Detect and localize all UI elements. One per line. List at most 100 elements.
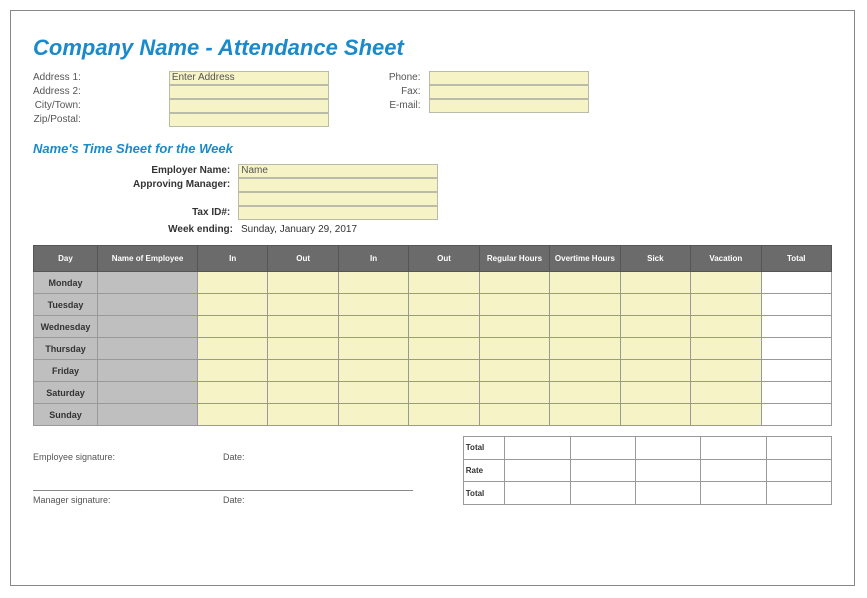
totals-value[interactable]: [766, 437, 831, 460]
time-cell[interactable]: [338, 360, 408, 382]
employee-cell[interactable]: [98, 294, 198, 316]
time-cell[interactable]: [479, 382, 549, 404]
time-cell[interactable]: [198, 360, 268, 382]
totals-value[interactable]: [570, 437, 635, 460]
time-cell[interactable]: [268, 382, 338, 404]
time-cell[interactable]: [620, 316, 690, 338]
time-cell[interactable]: [198, 404, 268, 426]
address2-input[interactable]: [169, 85, 329, 99]
header-total: Total: [761, 246, 832, 272]
totals-value[interactable]: [635, 482, 700, 505]
totals-value[interactable]: [701, 459, 766, 482]
time-cell[interactable]: [691, 382, 761, 404]
time-cell[interactable]: [691, 316, 761, 338]
time-cell[interactable]: [198, 316, 268, 338]
time-cell[interactable]: [409, 404, 479, 426]
time-cell[interactable]: [620, 404, 690, 426]
totals-value[interactable]: [570, 482, 635, 505]
time-cell[interactable]: [691, 360, 761, 382]
attendance-sheet-page: Company Name - Attendance Sheet Address …: [10, 10, 855, 586]
fax-input[interactable]: [429, 85, 589, 99]
time-cell[interactable]: [268, 360, 338, 382]
time-cell[interactable]: [338, 338, 408, 360]
time-cell[interactable]: [479, 294, 549, 316]
time-cell[interactable]: [268, 338, 338, 360]
time-cell[interactable]: [691, 404, 761, 426]
row-total-cell: [761, 404, 832, 426]
time-cell[interactable]: [620, 338, 690, 360]
time-cell[interactable]: [479, 316, 549, 338]
zip-input[interactable]: [169, 113, 329, 127]
time-cell[interactable]: [409, 272, 479, 294]
totals-value[interactable]: [701, 437, 766, 460]
time-cell[interactable]: [620, 360, 690, 382]
time-cell[interactable]: [338, 272, 408, 294]
time-cell[interactable]: [268, 404, 338, 426]
time-cell[interactable]: [550, 382, 620, 404]
time-cell[interactable]: [479, 338, 549, 360]
time-cell[interactable]: [409, 316, 479, 338]
time-cell[interactable]: [550, 272, 620, 294]
contact-column: Phone: Fax: E-mail:: [389, 71, 589, 127]
time-cell[interactable]: [268, 316, 338, 338]
tax-id-input[interactable]: [238, 206, 438, 220]
employee-cell[interactable]: [98, 272, 198, 294]
employer-name-input[interactable]: Name: [238, 164, 438, 178]
time-cell[interactable]: [620, 272, 690, 294]
employee-cell[interactable]: [98, 382, 198, 404]
totals-value[interactable]: [505, 437, 570, 460]
time-cell[interactable]: [550, 294, 620, 316]
header-in1: In: [198, 246, 268, 272]
totals-value[interactable]: [766, 459, 831, 482]
time-cell[interactable]: [409, 382, 479, 404]
time-cell[interactable]: [409, 338, 479, 360]
address1-input[interactable]: Enter Address: [169, 71, 329, 85]
time-cell[interactable]: [268, 272, 338, 294]
time-cell[interactable]: [198, 338, 268, 360]
time-cell[interactable]: [268, 294, 338, 316]
manager-sig-date-label: Date:: [223, 495, 245, 505]
totals-value[interactable]: [505, 482, 570, 505]
approving-manager-input[interactable]: [238, 178, 438, 192]
totals-value[interactable]: [570, 459, 635, 482]
time-cell[interactable]: [479, 404, 549, 426]
time-cell[interactable]: [338, 294, 408, 316]
time-cell[interactable]: [409, 294, 479, 316]
time-cell[interactable]: [620, 294, 690, 316]
time-cell[interactable]: [691, 294, 761, 316]
time-cell[interactable]: [550, 360, 620, 382]
time-cell[interactable]: [550, 338, 620, 360]
time-cell[interactable]: [691, 338, 761, 360]
city-label: City/Town:: [33, 99, 85, 113]
employee-cell[interactable]: [98, 360, 198, 382]
employee-cell[interactable]: [98, 338, 198, 360]
employee-sig-date-label: Date:: [223, 452, 245, 462]
totals-value[interactable]: [701, 482, 766, 505]
time-cell[interactable]: [338, 316, 408, 338]
time-cell[interactable]: [620, 382, 690, 404]
city-input[interactable]: [169, 99, 329, 113]
time-cell[interactable]: [338, 404, 408, 426]
time-cell[interactable]: [198, 382, 268, 404]
employee-cell[interactable]: [98, 404, 198, 426]
phone-input[interactable]: [429, 71, 589, 85]
email-input[interactable]: [429, 99, 589, 113]
time-cell[interactable]: [409, 360, 479, 382]
blank-input[interactable]: [238, 192, 438, 206]
totals-label: Total: [463, 482, 504, 505]
time-cell[interactable]: [479, 360, 549, 382]
time-cell[interactable]: [550, 316, 620, 338]
employer-name-label: Employer Name:: [133, 164, 232, 178]
time-cell[interactable]: [198, 272, 268, 294]
totals-value[interactable]: [635, 459, 700, 482]
time-cell[interactable]: [550, 404, 620, 426]
time-cell[interactable]: [691, 272, 761, 294]
totals-value[interactable]: [505, 459, 570, 482]
totals-value[interactable]: [635, 437, 700, 460]
totals-value[interactable]: [766, 482, 831, 505]
time-cell[interactable]: [198, 294, 268, 316]
employee-cell[interactable]: [98, 316, 198, 338]
table-row: Thursday: [34, 338, 832, 360]
time-cell[interactable]: [479, 272, 549, 294]
time-cell[interactable]: [338, 382, 408, 404]
